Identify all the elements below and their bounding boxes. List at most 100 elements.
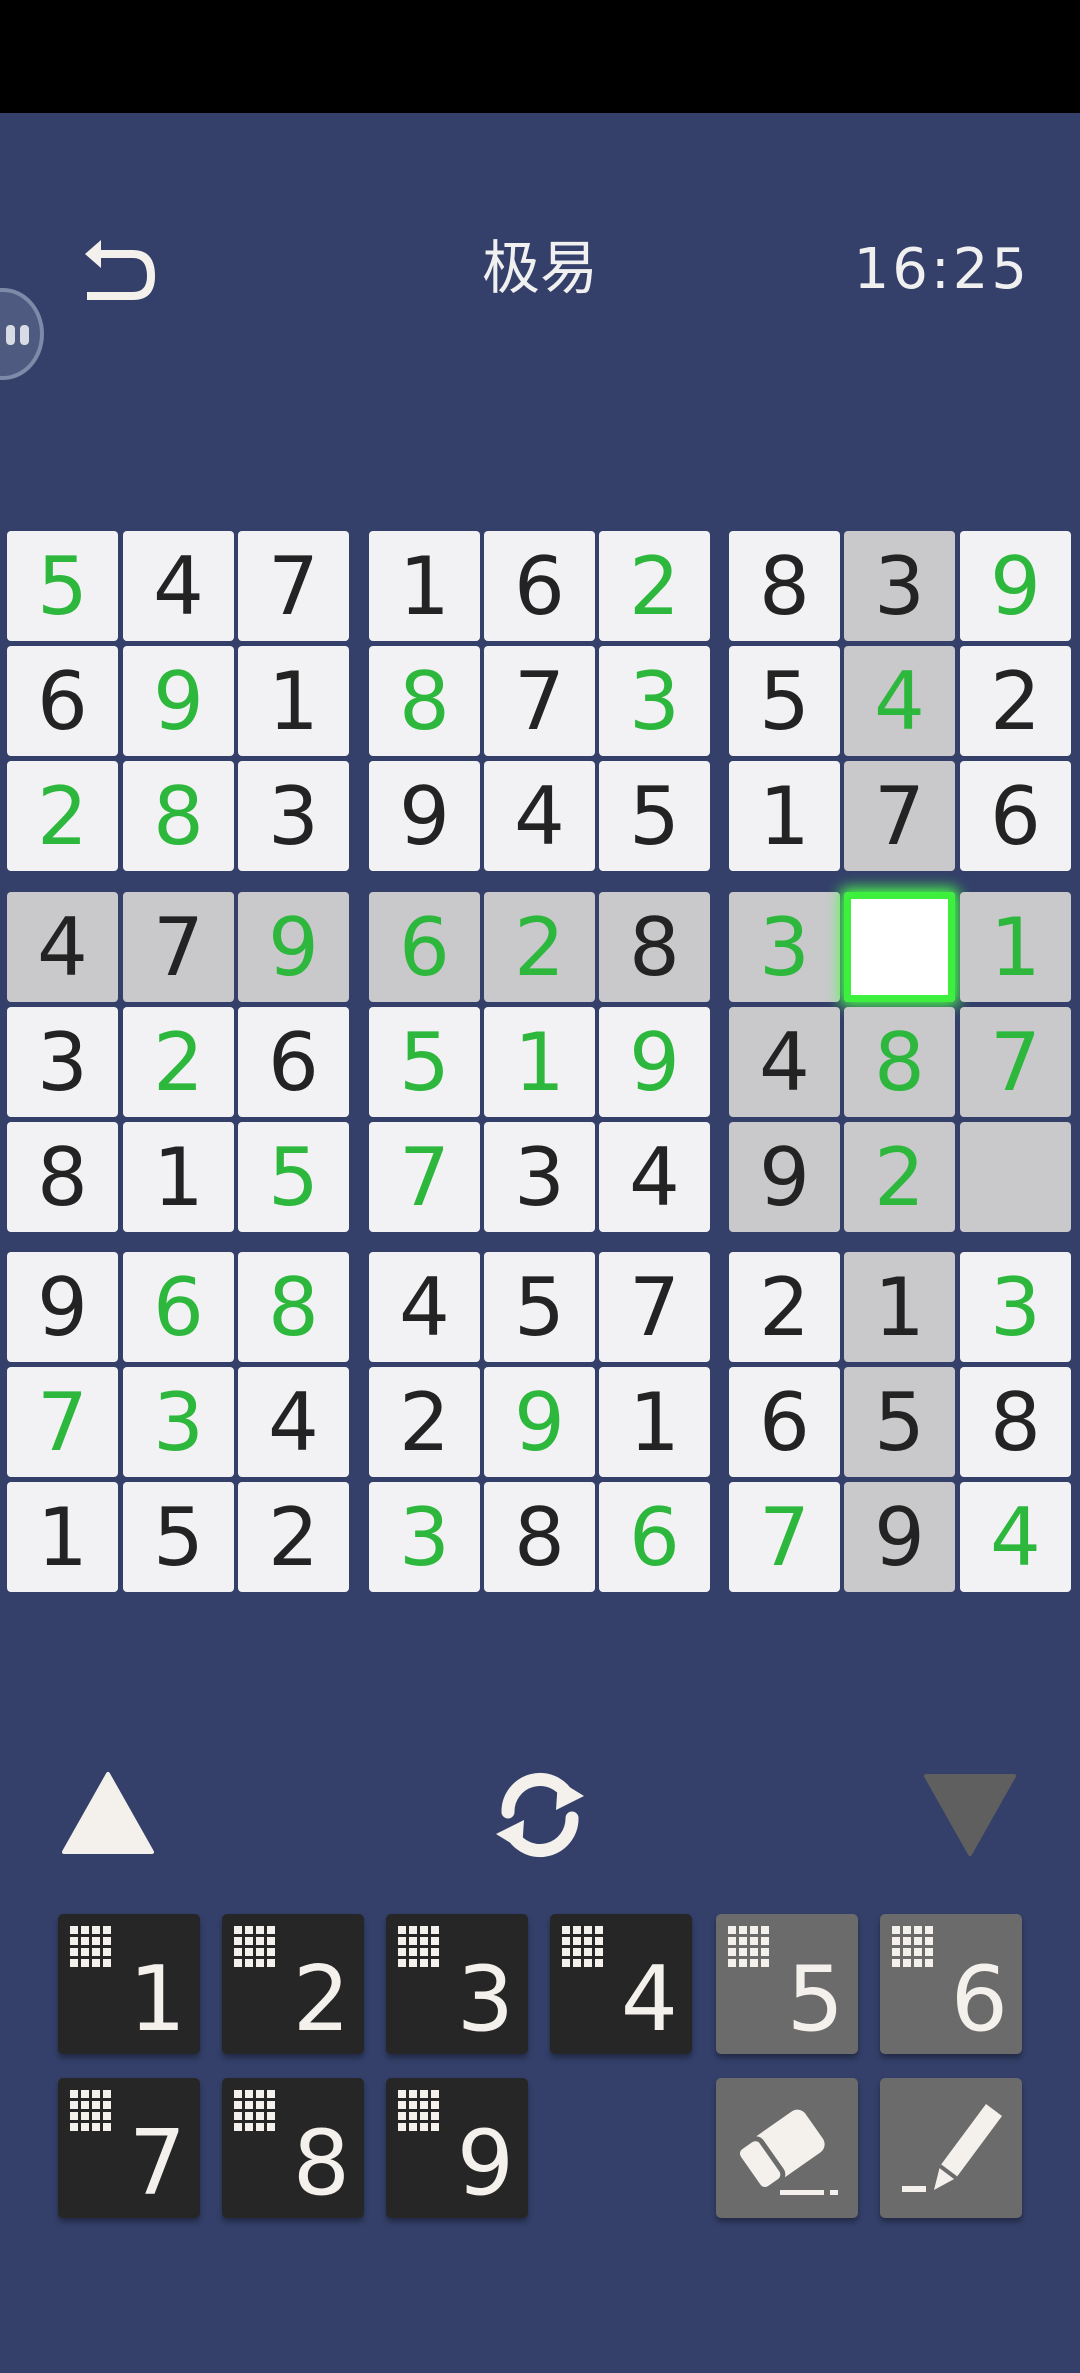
sudoku-cell-r8c6[interactable]: 1 (599, 1367, 710, 1477)
refresh-button[interactable] (488, 1766, 592, 1862)
number-button-9[interactable]: 9 (386, 2078, 528, 2218)
sudoku-cell-r5c1[interactable]: 3 (7, 1007, 118, 1117)
sudoku-cell-r2c9[interactable]: 2 (960, 646, 1071, 756)
sudoku-cell-r1c9[interactable]: 9 (960, 531, 1071, 641)
sudoku-cell-r9c4[interactable]: 3 (369, 1482, 480, 1592)
number-button-7[interactable]: 7 (58, 2078, 200, 2218)
sudoku-cell-r8c3[interactable]: 4 (238, 1367, 349, 1477)
sudoku-cell-r1c2[interactable]: 4 (123, 531, 234, 641)
sudoku-cell-r1c5[interactable]: 6 (484, 531, 595, 641)
sudoku-cell-r2c6[interactable]: 3 (599, 646, 710, 756)
sudoku-cell-r4c4[interactable]: 6 (369, 892, 480, 1002)
sudoku-cell-r2c3[interactable]: 1 (238, 646, 349, 756)
sudoku-cell-r7c3[interactable]: 8 (238, 1252, 349, 1362)
refresh-icon (496, 1773, 584, 1857)
sudoku-cell-r4c3[interactable]: 9 (238, 892, 349, 1002)
sudoku-cell-r1c1[interactable]: 5 (7, 531, 118, 641)
sudoku-cell-r1c6[interactable]: 2 (599, 531, 710, 641)
sudoku-cell-r5c8[interactable]: 8 (844, 1007, 955, 1117)
number-button-2[interactable]: 2 (222, 1914, 364, 2054)
sudoku-cell-r1c3[interactable]: 7 (238, 531, 349, 641)
sudoku-cell-r7c7[interactable]: 2 (729, 1252, 840, 1362)
number-button-3[interactable]: 3 (386, 1914, 528, 2054)
sudoku-cell-r5c7[interactable]: 4 (729, 1007, 840, 1117)
sudoku-cell-r9c1[interactable]: 1 (7, 1482, 118, 1592)
sudoku-board: 5471628396918735422839451764796283132651… (7, 531, 1073, 1595)
sudoku-cell-r7c6[interactable]: 7 (599, 1252, 710, 1362)
sudoku-cell-r5c9[interactable]: 7 (960, 1007, 1071, 1117)
sudoku-cell-r6c1[interactable]: 8 (7, 1122, 118, 1232)
sudoku-cell-r6c5[interactable]: 3 (484, 1122, 595, 1232)
sudoku-cell-r5c4[interactable]: 5 (369, 1007, 480, 1117)
sudoku-cell-r1c8[interactable]: 3 (844, 531, 955, 641)
sudoku-cell-r4c5[interactable]: 2 (484, 892, 595, 1002)
sudoku-cell-r1c4[interactable]: 1 (369, 531, 480, 641)
sudoku-cell-r5c3[interactable]: 6 (238, 1007, 349, 1117)
number-button-5[interactable]: 5 (716, 1914, 858, 2054)
sudoku-cell-r6c7[interactable]: 9 (729, 1122, 840, 1232)
sudoku-cell-r3c6[interactable]: 5 (599, 761, 710, 871)
number-label: 1 (128, 1947, 186, 2052)
sudoku-cell-r3c1[interactable]: 2 (7, 761, 118, 871)
sudoku-cell-r5c6[interactable]: 9 (599, 1007, 710, 1117)
sudoku-cell-r7c4[interactable]: 4 (369, 1252, 480, 1362)
sudoku-cell-r4c6[interactable]: 8 (599, 892, 710, 1002)
sudoku-cell-r8c5[interactable]: 9 (484, 1367, 595, 1477)
sudoku-cell-r6c8[interactable]: 2 (844, 1122, 955, 1232)
sudoku-cell-r9c7[interactable]: 7 (729, 1482, 840, 1592)
sudoku-cell-r3c2[interactable]: 8 (123, 761, 234, 871)
sudoku-cell-r3c3[interactable]: 3 (238, 761, 349, 871)
sudoku-cell-r2c2[interactable]: 9 (123, 646, 234, 756)
sudoku-cell-r8c1[interactable]: 7 (7, 1367, 118, 1477)
sudoku-cell-r6c3[interactable]: 5 (238, 1122, 349, 1232)
sudoku-cell-r9c5[interactable]: 8 (484, 1482, 595, 1592)
sudoku-cell-r9c3[interactable]: 2 (238, 1482, 349, 1592)
sudoku-cell-r7c1[interactable]: 9 (7, 1252, 118, 1362)
sudoku-cell-r3c7[interactable]: 1 (729, 761, 840, 871)
sudoku-cell-r3c4[interactable]: 9 (369, 761, 480, 871)
sudoku-cell-r6c2[interactable]: 1 (123, 1122, 234, 1232)
sudoku-cell-r8c8[interactable]: 5 (844, 1367, 955, 1477)
sudoku-cell-r8c4[interactable]: 2 (369, 1367, 480, 1477)
sudoku-cell-r9c8[interactable]: 9 (844, 1482, 955, 1592)
sudoku-cell-r5c2[interactable]: 2 (123, 1007, 234, 1117)
sudoku-cell-r4c1[interactable]: 4 (7, 892, 118, 1002)
sudoku-cell-r3c5[interactable]: 4 (484, 761, 595, 871)
sudoku-cell-r7c9[interactable]: 3 (960, 1252, 1071, 1362)
sudoku-cell-r7c2[interactable]: 6 (123, 1252, 234, 1362)
sudoku-cell-r9c6[interactable]: 6 (599, 1482, 710, 1592)
sudoku-cell-r2c7[interactable]: 5 (729, 646, 840, 756)
sudoku-cell-r4c8[interactable] (844, 892, 955, 1002)
sudoku-cell-r4c7[interactable]: 3 (729, 892, 840, 1002)
sudoku-cell-r6c9[interactable] (960, 1122, 1071, 1232)
sudoku-cell-r4c9[interactable]: 1 (960, 892, 1071, 1002)
sudoku-cell-r8c2[interactable]: 3 (123, 1367, 234, 1477)
sudoku-cell-r2c5[interactable]: 7 (484, 646, 595, 756)
sudoku-cell-r7c5[interactable]: 5 (484, 1252, 595, 1362)
number-button-8[interactable]: 8 (222, 2078, 364, 2218)
sudoku-cell-r7c8[interactable]: 1 (844, 1252, 955, 1362)
back-button[interactable] (75, 232, 167, 312)
sudoku-cell-r8c9[interactable]: 8 (960, 1367, 1071, 1477)
sudoku-cell-r4c2[interactable]: 7 (123, 892, 234, 1002)
sudoku-cell-r8c7[interactable]: 6 (729, 1367, 840, 1477)
sudoku-cell-r3c8[interactable]: 7 (844, 761, 955, 871)
sudoku-cell-r6c4[interactable]: 7 (369, 1122, 480, 1232)
triangle-down-button[interactable] (922, 1772, 1018, 1860)
sudoku-cell-r3c9[interactable]: 6 (960, 761, 1071, 871)
triangle-up-button[interactable] (60, 1768, 156, 1858)
number-button-4[interactable]: 4 (550, 1914, 692, 2054)
number-button-1[interactable]: 1 (58, 1914, 200, 2054)
sudoku-cell-r2c1[interactable]: 6 (7, 646, 118, 756)
sudoku-cell-r2c8[interactable]: 4 (844, 646, 955, 756)
sudoku-cell-r9c2[interactable]: 5 (123, 1482, 234, 1592)
sudoku-cell-r9c9[interactable]: 4 (960, 1482, 1071, 1592)
side-drawer-handle[interactable] (0, 288, 44, 380)
pencil-button[interactable] (880, 2078, 1022, 2218)
sudoku-cell-r6c6[interactable]: 4 (599, 1122, 710, 1232)
eraser-button[interactable] (716, 2078, 858, 2218)
sudoku-cell-r2c4[interactable]: 8 (369, 646, 480, 756)
sudoku-cell-r5c5[interactable]: 1 (484, 1007, 595, 1117)
sudoku-cell-r1c7[interactable]: 8 (729, 531, 840, 641)
number-button-6[interactable]: 6 (880, 1914, 1022, 2054)
